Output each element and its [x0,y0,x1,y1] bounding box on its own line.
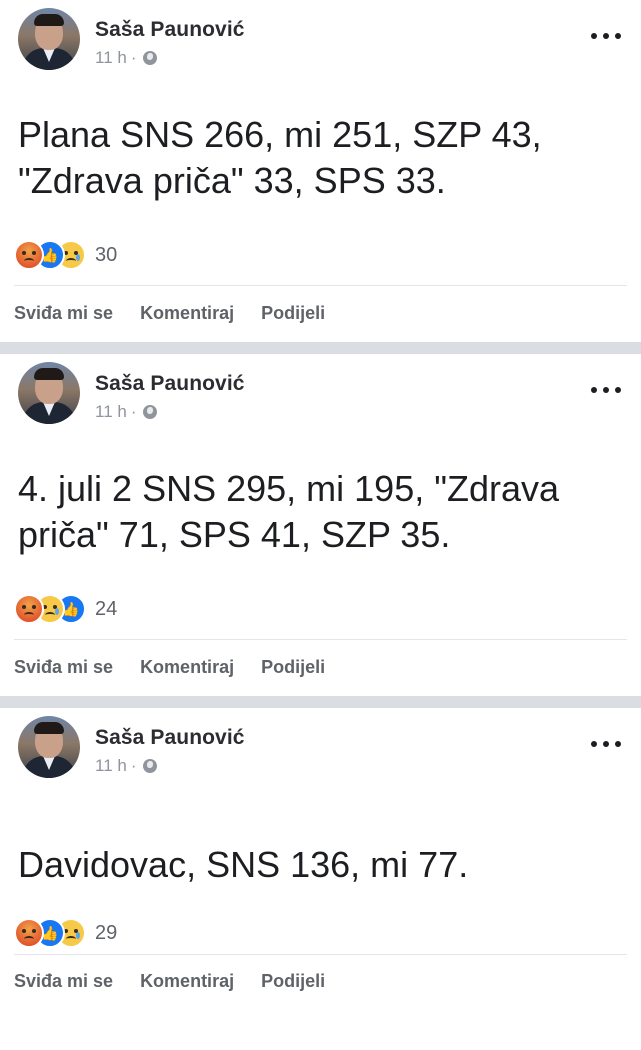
avatar[interactable] [18,8,80,70]
reactions-summary[interactable]: 👍 29 [14,918,117,948]
post: Saša Paunović 11 h · 4. juli 2 SNS 295, … [0,354,641,696]
like-button[interactable]: Sviđa mi se [14,971,113,992]
divider [14,639,627,640]
post-time[interactable]: 11 h [95,402,127,422]
post: Saša Paunović 11 h · Plana SNS 266, mi 2… [0,0,641,342]
comment-button[interactable]: Komentiraj [140,303,234,324]
post-actions: Sviđa mi se Komentiraj Podijeli [14,657,352,678]
author-name[interactable]: Saša Paunović [95,726,245,750]
reaction-count[interactable]: 30 [95,244,117,267]
post-header: Saša Paunović 11 h · [18,716,641,780]
more-options-icon[interactable] [591,738,621,750]
angry-reaction-icon [14,240,44,270]
share-button[interactable]: Podijeli [261,657,325,678]
share-button[interactable]: Podijeli [261,303,325,324]
author-name[interactable]: Saša Paunović [95,372,245,396]
avatar[interactable] [18,716,80,778]
post-time[interactable]: 11 h [95,48,127,68]
post-actions: Sviđa mi se Komentiraj Podijeli [14,303,352,324]
news-feed: Saša Paunović 11 h · Plana SNS 266, mi 2… [0,0,641,1050]
meta-separator: · [130,48,137,67]
divider [14,954,627,955]
globe-icon [142,405,157,419]
post-text: 4. juli 2 SNS 295, mi 195, "Zdrava priča… [18,468,560,555]
reactions-summary[interactable]: 👍 24 [14,594,117,624]
post-time[interactable]: 11 h [95,756,127,776]
post-meta: 11 h · [95,756,157,776]
avatar[interactable] [18,362,80,424]
post-text: Plana SNS 266, mi 251, SZP 43, "Zdrava p… [18,114,542,201]
more-options-icon[interactable] [591,30,621,42]
post: Saša Paunović 11 h · Davidovac, SNS 136,… [0,708,641,1050]
feed-separator [0,342,641,354]
author-name[interactable]: Saša Paunović [95,18,245,42]
reactions-summary[interactable]: 👍 30 [14,240,117,270]
post-actions: Sviđa mi se Komentiraj Podijeli [14,971,352,992]
more-options-icon[interactable] [591,384,621,396]
post-meta: 11 h · [95,402,157,422]
meta-separator: · [130,402,137,421]
angry-reaction-icon [14,918,44,948]
post-header: Saša Paunović 11 h · [18,362,641,426]
angry-reaction-icon [14,594,44,624]
share-button[interactable]: Podijeli [261,971,325,992]
globe-icon [142,759,157,773]
divider [14,285,627,286]
globe-icon [142,51,157,65]
post-text: Davidovac, SNS 136, mi 77. [18,844,469,885]
comment-button[interactable]: Komentiraj [140,657,234,678]
like-button[interactable]: Sviđa mi se [14,303,113,324]
feed-separator [0,696,641,708]
meta-separator: · [130,756,137,775]
reaction-count[interactable]: 24 [95,598,117,621]
post-header: Saša Paunović 11 h · [18,8,641,72]
reaction-count[interactable]: 29 [95,922,117,945]
like-button[interactable]: Sviđa mi se [14,657,113,678]
post-meta: 11 h · [95,48,157,68]
comment-button[interactable]: Komentiraj [140,971,234,992]
